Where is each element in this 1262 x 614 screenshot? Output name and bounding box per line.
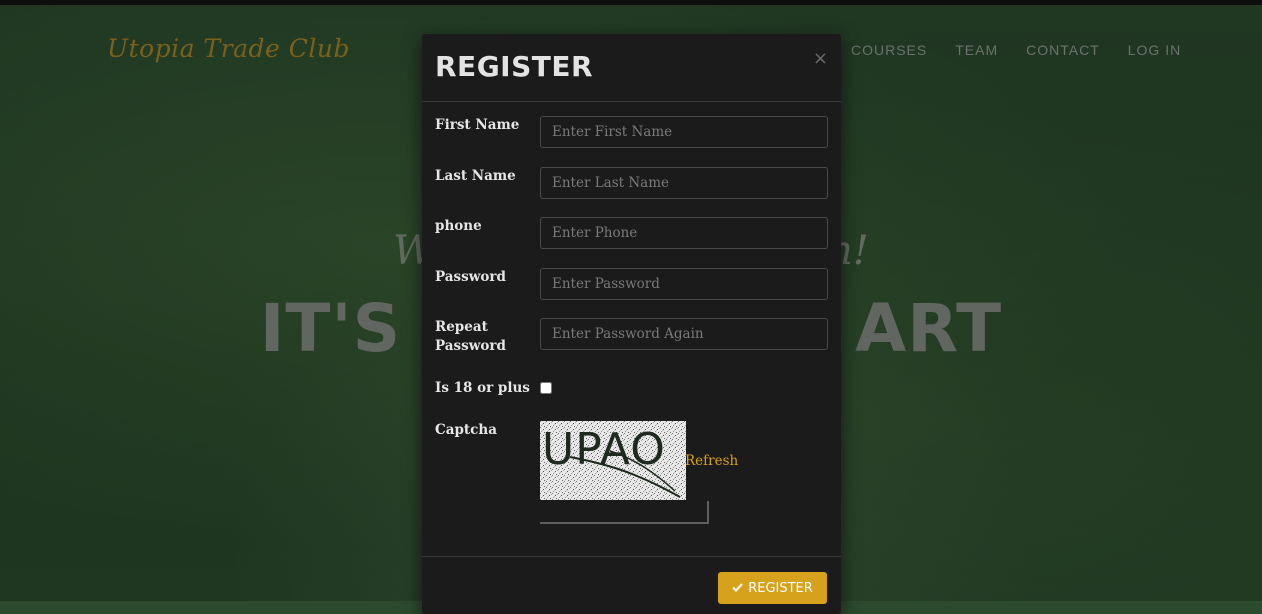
last-name-input[interactable] bbox=[540, 167, 828, 199]
captcha-image: UPAO bbox=[540, 421, 686, 500]
captcha-refresh-link[interactable]: Refresh bbox=[685, 453, 738, 469]
last-name-label: Last Name bbox=[435, 168, 516, 184]
modal-header: REGISTER × bbox=[422, 34, 841, 102]
repeat-password-row: Repeat Password bbox=[435, 318, 828, 358]
check-icon bbox=[732, 581, 743, 596]
password-label: Password bbox=[435, 269, 506, 285]
phone-label: phone bbox=[435, 218, 482, 234]
register-button[interactable]: REGISTER bbox=[718, 572, 827, 604]
captcha-text: UPAO bbox=[542, 424, 666, 475]
register-button-label: REGISTER bbox=[748, 580, 813, 596]
register-modal: REGISTER × First Name Last Name phone Pa… bbox=[422, 34, 841, 614]
phone-input[interactable] bbox=[540, 217, 828, 249]
captcha-row: Captcha UPAO Refresh bbox=[435, 421, 828, 525]
captcha-input[interactable] bbox=[540, 501, 709, 524]
adult-checkbox[interactable] bbox=[540, 382, 552, 394]
phone-row: phone bbox=[435, 217, 828, 250]
repeat-password-input[interactable] bbox=[540, 318, 828, 350]
adult-label: Is 18 or plus bbox=[435, 380, 530, 396]
adult-row: Is 18 or plus bbox=[435, 379, 828, 399]
repeat-password-label: Repeat Password bbox=[435, 319, 506, 354]
modal-title: REGISTER bbox=[435, 50, 594, 83]
close-icon[interactable]: × bbox=[813, 48, 828, 69]
modal-footer: REGISTER bbox=[422, 556, 841, 604]
password-row: Password bbox=[435, 268, 828, 301]
first-name-row: First Name bbox=[435, 116, 828, 149]
captcha-label: Captcha bbox=[435, 422, 497, 438]
first-name-label: First Name bbox=[435, 117, 520, 133]
last-name-row: Last Name bbox=[435, 167, 828, 200]
password-input[interactable] bbox=[540, 268, 828, 300]
first-name-input[interactable] bbox=[540, 116, 828, 148]
